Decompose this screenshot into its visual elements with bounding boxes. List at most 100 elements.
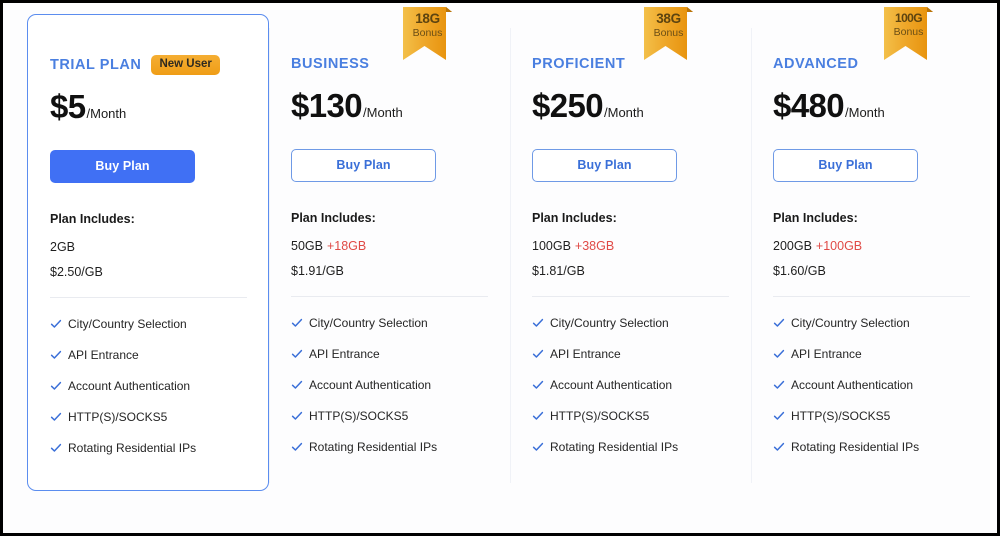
plan-quota: 50GB +18GB [291, 239, 488, 253]
feature-label: City/Country Selection [68, 317, 187, 331]
quota-bonus: +100GB [815, 239, 863, 253]
price-period: /Month [86, 106, 127, 121]
plan-name: BUSINESS [291, 56, 370, 72]
check-icon [773, 379, 785, 391]
plan-price: $130 [291, 87, 363, 124]
price-row: $130/Month [291, 89, 488, 122]
bonus-ribbon-icon: 18G Bonus [403, 3, 452, 62]
check-icon [532, 317, 544, 329]
price-period: /Month [604, 105, 644, 120]
check-icon [291, 348, 303, 360]
new-user-badge: New User [151, 54, 220, 76]
feature-list: City/Country Selection API Entrance Accoun… [773, 316, 970, 454]
price-row: $5/Month [50, 90, 246, 123]
plan-name: ADVANCED [773, 56, 859, 72]
plan-name: PROFICIENT [532, 56, 626, 72]
section-divider [773, 296, 970, 297]
quota-bonus: +18GB [326, 239, 367, 253]
plan-name: TRIAL PLAN [50, 57, 142, 73]
check-icon [291, 317, 303, 329]
pricing-plan-list: TRIAL PLAN New User $5/Month Buy Plan Plan I… [27, 7, 977, 514]
plan-header: TRIAL PLAN New User [50, 53, 246, 77]
feature-label: Account Authentication [791, 378, 914, 392]
plan-header: ADVANCED [773, 52, 970, 76]
check-icon [532, 379, 544, 391]
plan-quota: 100GB +38GB [532, 239, 729, 253]
plan-quota: 2GB [50, 240, 246, 254]
feature-item: Account Authentication [50, 379, 246, 393]
price-period: /Month [363, 105, 403, 120]
feature-item: API Entrance [532, 347, 729, 361]
feature-list: City/Country Selection API Entrance Accoun… [532, 316, 729, 454]
check-icon [50, 318, 62, 330]
check-icon [773, 410, 785, 422]
buy-plan-button[interactable]: Buy Plan [50, 150, 195, 183]
feature-label: Rotating Residential IPs [309, 440, 438, 454]
pricing-card: TRIAL PLAN New User $5/Month Buy Plan Plan I… [27, 14, 269, 491]
check-icon [50, 349, 62, 361]
price-period: /Month [845, 105, 885, 120]
check-icon [532, 348, 544, 360]
buy-plan-button[interactable]: Buy Plan [773, 149, 918, 182]
feature-label: API Entrance [68, 348, 139, 362]
bonus-ribbon-icon: 38G Bonus [644, 3, 693, 62]
feature-label: Rotating Residential IPs [791, 440, 920, 454]
feature-label: HTTP(S)/SOCKS5 [791, 409, 891, 423]
feature-item: API Entrance [291, 347, 488, 361]
feature-label: Rotating Residential IPs [550, 440, 679, 454]
buy-plan-button[interactable]: Buy Plan [291, 149, 436, 182]
feature-item: Account Authentication [291, 378, 488, 392]
section-divider [291, 296, 488, 297]
feature-list: City/Country Selection API Entrance Accoun… [291, 316, 488, 454]
feature-item: Rotating Residential IPs [50, 441, 246, 455]
feature-item: Rotating Residential IPs [291, 440, 488, 454]
plan-includes-label: Plan Includes: [532, 211, 617, 225]
feature-item: City/Country Selection [50, 317, 246, 331]
quota-amount: 50GB [291, 239, 323, 253]
pricing-page-screenshot: TRIAL PLAN New User $5/Month Buy Plan Plan I… [0, 0, 1000, 536]
feature-label: Rotating Residential IPs [68, 441, 197, 455]
quota-amount: 100GB [532, 239, 571, 253]
check-icon [532, 410, 544, 422]
check-icon [50, 380, 62, 392]
plan-rate: $1.91/GB [291, 264, 344, 278]
feature-item: City/Country Selection [291, 316, 488, 330]
feature-item: HTTP(S)/SOCKS5 [773, 409, 970, 423]
feature-label: API Entrance [550, 347, 621, 361]
check-icon [532, 441, 544, 453]
check-icon [773, 317, 785, 329]
bonus-ribbon-icon: 100G Bonus [884, 3, 933, 62]
feature-label: City/Country Selection [309, 316, 428, 330]
feature-label: Account Authentication [309, 378, 432, 392]
feature-item: Rotating Residential IPs [773, 440, 970, 454]
pricing-card: 18G Bonus BUSINESS $130/Month Buy Plan Plan I… [269, 7, 510, 491]
feature-label: HTTP(S)/SOCKS5 [309, 409, 409, 423]
check-icon [773, 348, 785, 360]
feature-item: API Entrance [50, 348, 246, 362]
plan-includes-label: Plan Includes: [773, 211, 858, 225]
feature-item: City/Country Selection [532, 316, 729, 330]
feature-item: HTTP(S)/SOCKS5 [291, 409, 488, 423]
quota-bonus: +38GB [574, 239, 615, 253]
feature-item: API Entrance [773, 347, 970, 361]
feature-item: HTTP(S)/SOCKS5 [532, 409, 729, 423]
feature-label: Account Authentication [550, 378, 673, 392]
plan-header: BUSINESS [291, 52, 488, 76]
check-icon [50, 442, 62, 454]
feature-label: City/Country Selection [550, 316, 669, 330]
plan-includes-label: Plan Includes: [50, 212, 135, 226]
feature-list: City/Country Selection API Entrance Accoun… [50, 317, 246, 455]
pricing-card: 38G Bonus PROFICIENT $250/Month Buy Plan Plan… [510, 7, 751, 491]
plan-quota: 200GB +100GB [773, 239, 970, 253]
feature-item: Account Authentication [532, 378, 729, 392]
feature-item: Rotating Residential IPs [532, 440, 729, 454]
plan-price: $480 [773, 87, 845, 124]
feature-label: HTTP(S)/SOCKS5 [68, 410, 168, 424]
plan-price: $5 [50, 88, 86, 125]
plan-rate: $1.81/GB [532, 264, 585, 278]
buy-plan-button[interactable]: Buy Plan [532, 149, 677, 182]
section-divider [532, 296, 729, 297]
check-icon [291, 441, 303, 453]
feature-label: API Entrance [791, 347, 862, 361]
section-divider [50, 297, 247, 298]
